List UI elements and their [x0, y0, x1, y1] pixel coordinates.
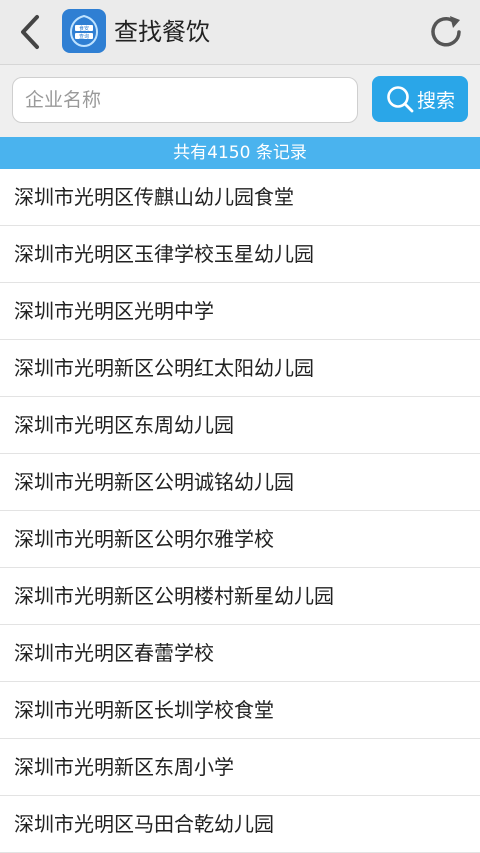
- list-item[interactable]: 深圳市光明区东周幼儿园: [0, 397, 480, 454]
- list-item[interactable]: 深圳市光明区玉律学校玉星幼儿园: [0, 226, 480, 283]
- search-input[interactable]: [12, 77, 358, 123]
- list-item[interactable]: 深圳市光明新区长圳学校食堂: [0, 682, 480, 739]
- list-item[interactable]: 深圳市光明新区东周小学: [0, 739, 480, 796]
- search-icon: [387, 86, 414, 113]
- chevron-left-icon: [21, 15, 39, 49]
- list-item[interactable]: 深圳市光明区传麒山幼儿园食堂: [0, 169, 480, 226]
- list-item[interactable]: 深圳市光明区春蕾学校: [0, 625, 480, 682]
- list-item[interactable]: 深圳市光明新区公明红太阳幼儿园: [0, 340, 480, 397]
- list-item[interactable]: 深圳市光明新区公明诚铭幼儿园: [0, 454, 480, 511]
- result-count-banner: 共有4150 条记录: [0, 137, 480, 169]
- restaurant-list: 深圳市光明区传麒山幼儿园食堂 深圳市光明区玉律学校玉星幼儿园 深圳市光明区光明中…: [0, 169, 480, 853]
- back-button[interactable]: [8, 10, 52, 54]
- top-app-bar: 食安 查询 查找餐饮: [0, 0, 480, 65]
- refresh-button[interactable]: [424, 10, 468, 54]
- search-bar: 搜索: [0, 65, 480, 137]
- list-item[interactable]: 深圳市光明新区公明尔雅学校: [0, 511, 480, 568]
- refresh-icon: [431, 16, 461, 47]
- search-button-label: 搜索: [416, 89, 455, 112]
- logo-text-top: 食安: [79, 25, 89, 32]
- app-logo-icon: 食安 查询: [62, 9, 106, 53]
- logo-text-bottom: 查询: [79, 33, 89, 40]
- page-title: 查找餐饮: [114, 18, 210, 46]
- search-button[interactable]: 搜索: [372, 76, 468, 122]
- list-item[interactable]: 深圳市光明区光明中学: [0, 283, 480, 340]
- list-item[interactable]: 深圳市光明新区公明楼村新星幼儿园: [0, 568, 480, 625]
